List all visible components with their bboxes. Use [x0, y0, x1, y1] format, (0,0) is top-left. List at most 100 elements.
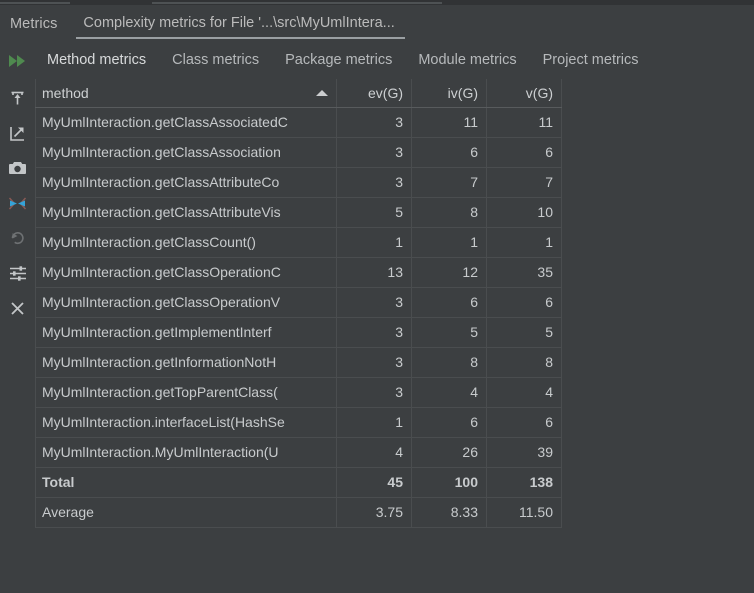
cell-method-name: MyUmlInteraction.getClassOperationC [35, 257, 337, 288]
cell-method-name: MyUmlInteraction.getImplementInterf [35, 317, 337, 348]
cell-summary-v: 11.50 [486, 497, 562, 528]
cell-method-name: MyUmlInteraction.getClassAttributeVis [35, 197, 337, 228]
cell-summary-v: 138 [486, 467, 562, 498]
cell-method-name: MyUmlInteraction.getClassAssociation [35, 137, 337, 168]
column-header-method-label: method [42, 84, 89, 101]
table-row[interactable]: MyUmlInteraction.getClassOperationV 3 6 6 [35, 287, 562, 318]
cell-iv: 6 [411, 137, 487, 168]
metrics-result-tab-label: Complexity metrics for File '...\src\MyU… [83, 14, 395, 31]
cell-method-name: MyUmlInteraction.getInformationNotH [35, 347, 337, 378]
cell-v: 10 [486, 197, 562, 228]
cell-iv: 12 [411, 257, 487, 288]
cell-iv: 6 [411, 407, 487, 438]
column-header-method[interactable]: method [35, 79, 337, 108]
column-header-iv[interactable]: iv(G) [411, 79, 487, 108]
cell-iv: 6 [411, 287, 487, 318]
metrics-table-container[interactable]: method ev(G) iv(G) v(G) MyUmlInteraction… [35, 79, 754, 593]
tab-module-metrics-label: Module metrics [418, 51, 517, 68]
metrics-table: method ev(G) iv(G) v(G) MyUmlInteraction… [35, 79, 562, 528]
cell-method-name: MyUmlInteraction.getClassCount() [35, 227, 337, 258]
cell-method-name: MyUmlInteraction.getClassOperationV [35, 287, 337, 318]
cell-method-name: MyUmlInteraction.getTopParentClass( [35, 377, 337, 408]
table-row[interactable]: MyUmlInteraction.getClassAssociation 3 6 6 [35, 137, 562, 168]
tab-project-metrics[interactable]: Project metrics [530, 50, 652, 72]
cell-iv: 4 [411, 377, 487, 408]
table-row[interactable]: MyUmlInteraction.getTopParentClass(3 4 4 [35, 377, 562, 408]
sort-ascending-icon [316, 89, 328, 96]
tool-window-title: Metrics [10, 15, 58, 32]
metrics-result-tab[interactable]: Complexity metrics for File '...\src\MyU… [73, 11, 405, 39]
cell-ev: 1 [336, 227, 412, 258]
cell-ev: 3 [336, 317, 412, 348]
tab-package-metrics[interactable]: Package metrics [272, 50, 405, 72]
tool-window-titlebar: Metrics Complexity metrics for File '...… [0, 5, 754, 42]
cell-v: 11 [486, 107, 562, 138]
cell-summary-ev: 45 [336, 467, 412, 498]
cell-v: 7 [486, 167, 562, 198]
metrics-toolbar-rail [0, 79, 35, 593]
cell-ev: 3 [336, 167, 412, 198]
undo-icon [5, 225, 31, 251]
column-header-v[interactable]: v(G) [486, 79, 562, 108]
top-strip-segment-right [152, 2, 442, 4]
tab-module-metrics[interactable]: Module metrics [405, 50, 529, 72]
cell-v: 35 [486, 257, 562, 288]
cell-ev: 13 [336, 257, 412, 288]
cell-iv: 1 [411, 227, 487, 258]
cell-summary-iv: 100 [411, 467, 487, 498]
tab-class-metrics[interactable]: Class metrics [159, 50, 272, 72]
cell-v: 1 [486, 227, 562, 258]
cell-summary-ev: 3.75 [336, 497, 412, 528]
cell-v: 6 [486, 287, 562, 318]
settings-sliders-icon[interactable] [5, 260, 31, 286]
cell-iv: 26 [411, 437, 487, 468]
tab-method-metrics[interactable]: Method metrics [34, 50, 159, 82]
cell-summary-iv: 8.33 [411, 497, 487, 528]
cell-ev: 1 [336, 407, 412, 438]
cell-iv: 8 [411, 347, 487, 378]
metrics-tool-window: Metrics Complexity metrics for File '...… [0, 0, 754, 593]
cell-v: 5 [486, 317, 562, 348]
close-icon[interactable] [5, 295, 31, 321]
cell-v: 6 [486, 407, 562, 438]
top-strip-segment-left [0, 2, 70, 4]
tab-method-metrics-label: Method metrics [47, 51, 147, 68]
cell-ev: 5 [336, 197, 412, 228]
cell-ev: 3 [336, 107, 412, 138]
run-double-arrow-icon[interactable] [0, 54, 34, 68]
camera-snapshot-icon[interactable] [5, 155, 31, 181]
open-external-icon[interactable] [5, 120, 31, 146]
metrics-result-tab-underline [76, 36, 405, 39]
table-row[interactable]: MyUmlInteraction.getInformationNotH 3 8 8 [35, 347, 562, 378]
cell-summary-label: Average [35, 497, 337, 528]
cell-summary-label: Total [35, 467, 337, 498]
export-to-file-icon[interactable] [5, 85, 31, 111]
table-summary-row[interactable]: Average 3.75 8.33 11.50 [35, 497, 562, 528]
cell-method-name: MyUmlInteraction.MyUmlInteraction(U [35, 437, 337, 468]
table-row[interactable]: MyUmlInteraction.getImplementInterf 3 5 5 [35, 317, 562, 348]
cell-ev: 3 [336, 377, 412, 408]
cell-ev: 3 [336, 137, 412, 168]
table-summary-row[interactable]: Total 45 100 138 [35, 467, 562, 498]
cell-iv: 11 [411, 107, 487, 138]
tab-package-metrics-label: Package metrics [285, 51, 393, 68]
table-row[interactable]: MyUmlInteraction.MyUmlInteraction(U 4 26 39 [35, 437, 562, 468]
cell-ev: 3 [336, 287, 412, 318]
cell-v: 4 [486, 377, 562, 408]
table-row[interactable]: MyUmlInteraction.getClassOperationC 13 12 3… [35, 257, 562, 288]
table-row[interactable]: MyUmlInteraction.getClassAttributeCo 3 7 7 [35, 167, 562, 198]
cell-method-name: MyUmlInteraction.getClassAssociatedC [35, 107, 337, 138]
table-row[interactable]: MyUmlInteraction.getClassCount() 1 1 1 [35, 227, 562, 258]
cell-ev: 4 [336, 437, 412, 468]
table-row[interactable]: MyUmlInteraction.getClassAttributeVis 5 8 1… [35, 197, 562, 228]
table-row[interactable]: MyUmlInteraction.getClassAssociatedC 3 11 1… [35, 107, 562, 138]
column-header-ev[interactable]: ev(G) [336, 79, 412, 108]
cell-v: 8 [486, 347, 562, 378]
cell-method-name: MyUmlInteraction.getClassAttributeCo [35, 167, 337, 198]
cell-method-name: MyUmlInteraction.interfaceList(HashSe [35, 407, 337, 438]
tab-project-metrics-label: Project metrics [542, 51, 639, 68]
metrics-table-body: MyUmlInteraction.getClassAssociatedC 3 11 1… [35, 107, 562, 528]
cell-v: 39 [486, 437, 562, 468]
table-row[interactable]: MyUmlInteraction.interfaceList(HashSe 1 6 6 [35, 407, 562, 438]
collapse-arrows-icon[interactable] [5, 190, 31, 216]
